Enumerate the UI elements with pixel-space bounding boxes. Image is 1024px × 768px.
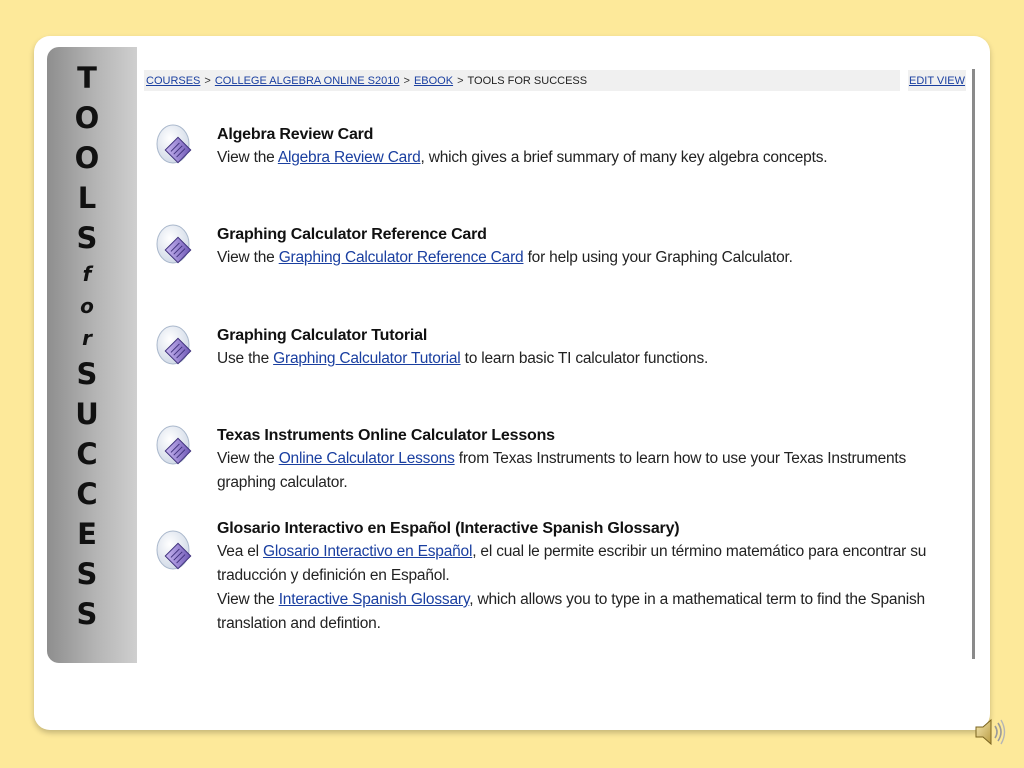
tool-item-link[interactable]: Online Calculator Lessons	[279, 450, 455, 467]
tool-item-text: to learn basic TI calculator functions.	[460, 350, 709, 367]
tool-item-title: Algebra Review Card	[217, 126, 374, 143]
breadcrumb-current: TOOLS FOR SUCCESS	[467, 74, 588, 87]
sidebar-letter: S	[76, 357, 98, 391]
document-icon	[156, 425, 194, 465]
speaker-icon[interactable]	[972, 714, 1008, 750]
tool-item-title: Glosario Interactivo en Español (Interac…	[217, 520, 680, 537]
content-scrollbar-edge	[972, 69, 975, 659]
document-icon	[156, 124, 194, 164]
tool-item-link[interactable]: Algebra Review Card	[278, 149, 421, 166]
sidebar-letter: L	[77, 181, 97, 215]
document-icon	[156, 224, 194, 264]
tool-item-text: for help using your Graphing Calculator.	[523, 249, 793, 266]
breadcrumb-link[interactable]: COLLEGE ALGEBRA ONLINE S2010	[215, 75, 400, 87]
sidebar-vertical-title: TOOLSforSUCCESS	[47, 58, 127, 634]
tool-item-link[interactable]: Interactive Spanish Glossary	[279, 591, 470, 608]
tool-item-text: View the	[217, 149, 278, 166]
tool-item-description: View the Online Calculator Lessons from …	[217, 447, 957, 495]
sidebar-letter: S	[76, 557, 98, 591]
tool-item-link[interactable]: Graphing Calculator Tutorial	[273, 350, 461, 367]
tool-item-title: Graphing Calculator Tutorial	[217, 327, 428, 344]
tool-item-title: Graphing Calculator Reference Card	[217, 226, 487, 243]
tool-item-text: Vea el	[217, 543, 264, 560]
tool-item-text: View the	[217, 591, 279, 608]
sidebar-letter: S	[76, 597, 98, 631]
sidebar-letter: C	[76, 437, 98, 471]
breadcrumb: COURSES > COLLEGE ALGEBRA ONLINE S2010 > EBO…	[144, 70, 900, 91]
tool-item-text: View the	[217, 450, 279, 467]
tool-item-description: View the Algebra Review Card, which give…	[217, 146, 957, 170]
breadcrumb-link[interactable]: EBOOK	[414, 75, 453, 87]
sidebar-letter: f	[82, 262, 92, 286]
tool-item-title: Texas Instruments Online Calculator Less…	[217, 427, 555, 444]
sidebar-letter: r	[82, 326, 92, 350]
sidebar-letter: C	[76, 477, 98, 511]
sidebar-letter: T	[77, 61, 97, 95]
sidebar-letter: O	[74, 101, 100, 135]
sidebar-letter: O	[74, 141, 100, 175]
sidebar-letter: S	[76, 221, 98, 255]
breadcrumb-separator: >	[204, 74, 211, 87]
sidebar-letter: o	[80, 294, 94, 318]
breadcrumb-separator: >	[457, 74, 464, 87]
tool-item-link[interactable]: Graphing Calculator Reference Card	[279, 249, 524, 266]
tool-item-text: Use the	[217, 350, 274, 367]
tool-item-text: , which gives a brief summary of many ke…	[420, 149, 828, 166]
sidebar-letter: U	[75, 397, 99, 431]
tool-item-link[interactable]: Glosario Interactivo en Español	[263, 543, 472, 560]
sidebar-letter: E	[77, 517, 97, 551]
document-icon	[156, 530, 194, 570]
tool-item-description: View the Graphing Calculator Reference C…	[217, 246, 957, 270]
breadcrumb-link[interactable]: COURSES	[146, 75, 200, 87]
breadcrumb-separator: >	[403, 74, 410, 87]
tool-item-text: View the	[217, 249, 279, 266]
tool-item-description: View the Interactive Spanish Glossary, w…	[217, 588, 957, 636]
tool-item-description: Vea el Glosario Interactivo en Español, …	[217, 540, 957, 588]
tool-item-description: Use the Graphing Calculator Tutorial to …	[217, 347, 957, 371]
edit-view-link[interactable]: EDIT VIEW	[908, 70, 966, 91]
document-icon	[156, 325, 194, 365]
